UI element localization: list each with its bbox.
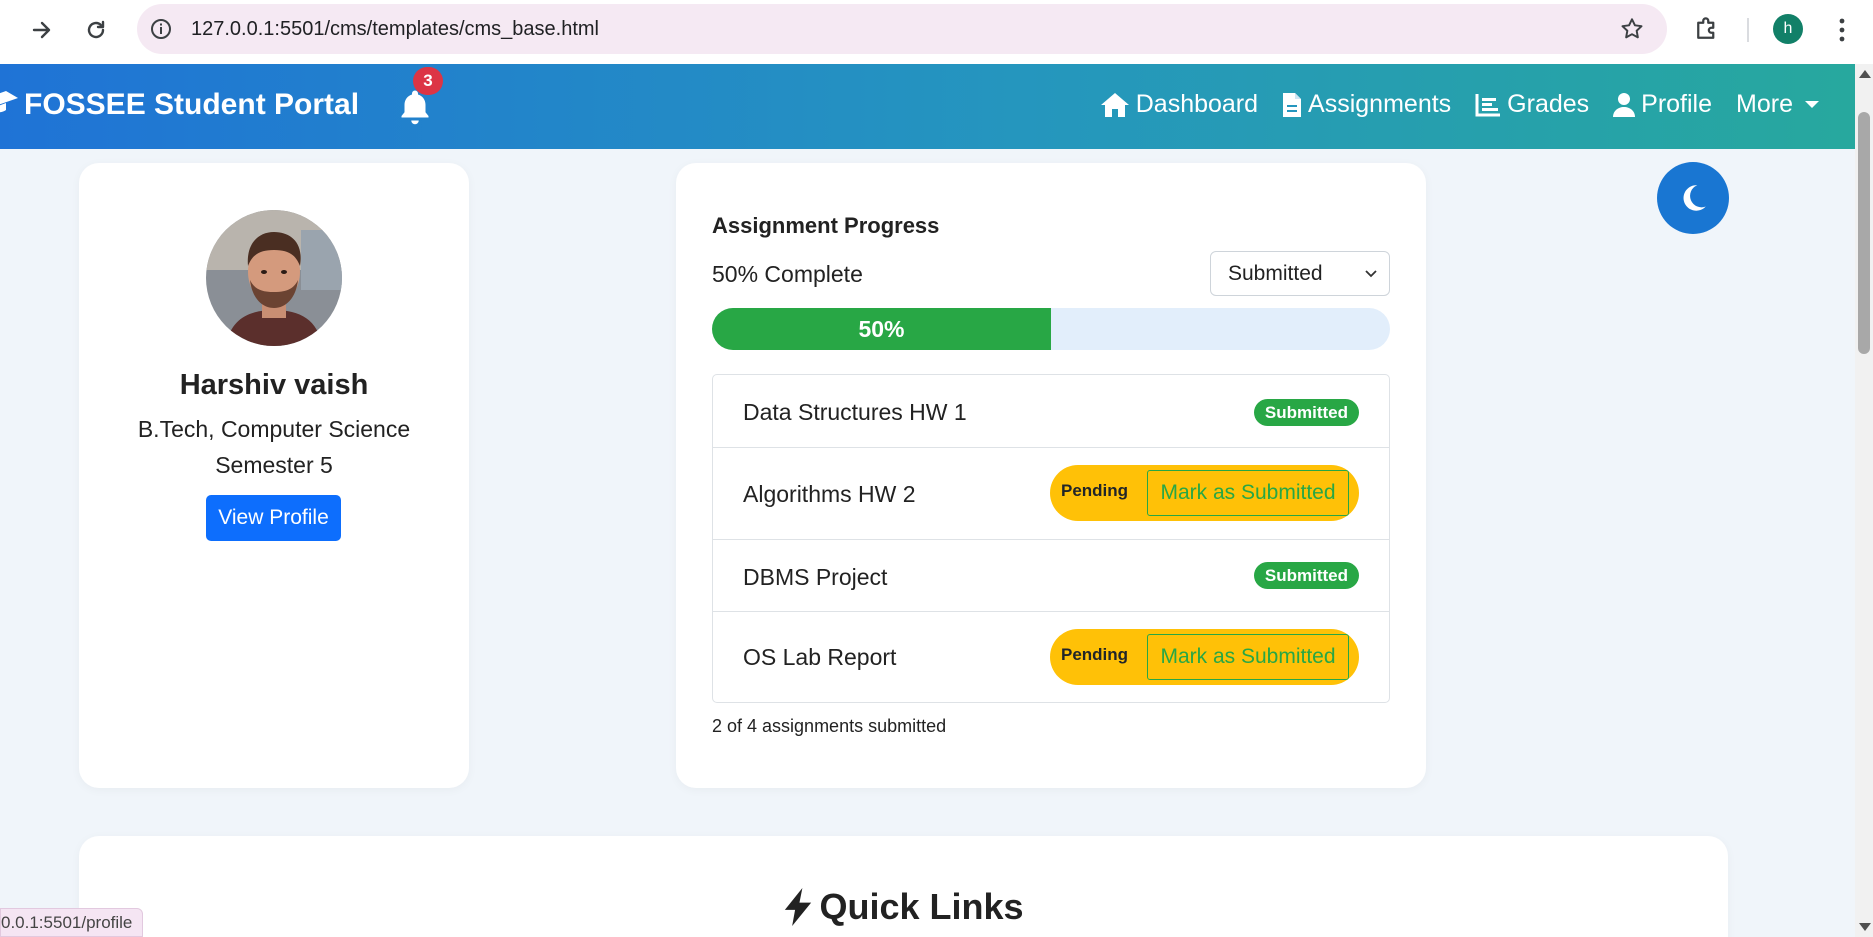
assignment-name: Data Structures HW 1 [743,399,967,425]
theme-toggle-button[interactable] [1657,162,1729,234]
nav-assignments[interactable]: Assignments [1282,90,1451,119]
moon-icon [1683,185,1706,211]
status-badge-label: Pending [1061,481,1129,500]
scroll-up-icon[interactable] [1859,70,1871,78]
nav-more-dropdown[interactable]: More [1736,90,1819,119]
assignment-name: OS Lab Report [743,644,897,670]
status-badge-label: Pending [1061,645,1129,664]
nav-assignments-label: Assignments [1308,90,1452,118]
bolt-icon [785,888,812,926]
file-icon [1283,92,1302,117]
status-badge: Pending Mark as Submitted [1050,465,1359,521]
user-icon [1613,92,1636,117]
scroll-thumb[interactable] [1858,112,1870,354]
progress-title: Assignment Progress [712,213,940,238]
nav-grades[interactable]: Grades [1475,90,1589,119]
status-badge: Submitted [1253,399,1359,426]
status-badge: Pending Mark as Submitted [1050,629,1359,685]
profile-card: Harshiv vaish B.Tech, Computer Science S… [79,163,469,788]
site-info-icon[interactable] [149,17,173,41]
forward-icon[interactable] [24,12,60,48]
chart-icon [1475,93,1501,116]
quick-links-heading: Quick Links [79,886,1728,928]
browser-menu-icon[interactable] [1830,14,1854,46]
nav-more-label: More [1736,90,1793,118]
list-item: Algorithms HW 2 Pending Mark as Submitte… [713,447,1389,539]
profile-semester: Semester 5 [215,452,333,478]
list-item: DBMS Project Submitted [713,539,1389,611]
status-badge: Submitted [1253,562,1359,589]
status-filter-select[interactable]: Submitted [1210,251,1390,296]
address-bar[interactable]: 127.0.0.1:5501/cms/templates/cms_base.ht… [137,4,1667,54]
caret-down-icon [1805,101,1819,108]
nav-links: Dashboard Assignments Grades Profile Mor… [1100,90,1819,119]
avatar [206,210,342,346]
list-item: OS Lab Report Pending Mark as Submitted [713,611,1389,702]
scroll-down-icon[interactable] [1859,923,1871,931]
nav-profile[interactable]: Profile [1613,90,1712,119]
notification-badge: 3 [413,67,443,95]
nav-grades-label: Grades [1507,90,1590,118]
toolbar-divider [1747,18,1749,42]
mark-as-submitted-button[interactable]: Mark as Submitted [1147,470,1349,516]
quick-links-title: Quick Links [819,886,1024,927]
progress-complete-text: 50% Complete [712,261,863,287]
profile-name: Harshiv vaish [179,369,369,401]
mark-as-submitted-button[interactable]: Mark as Submitted [1147,634,1349,680]
browser-profile-avatar[interactable]: h [1773,14,1803,44]
nav-dashboard[interactable]: Dashboard [1100,90,1258,119]
nav-profile-label: Profile [1641,90,1713,118]
graduation-cap-icon [0,91,18,113]
brand-title: FOSSEE Student Portal [24,88,360,121]
extensions-icon[interactable] [1692,14,1722,44]
list-item: Data Structures HW 1 Submitted [713,375,1389,447]
progress-bar-fill: 50% [712,308,1051,350]
brand[interactable]: FOSSEE Student Portal [0,88,359,122]
app-navbar: FOSSEE Student Portal 3 Dashboard Assign… [0,64,1855,149]
status-filter-value: Submitted [1228,261,1323,285]
profile-degree: B.Tech, Computer Science [137,416,411,442]
home-icon [1100,92,1129,117]
assignment-list: Data Structures HW 1 Submitted Algorithm… [712,374,1390,703]
bookmark-star-icon[interactable] [1619,16,1645,42]
browser-status-url: 0.0.1:5501/profile [0,908,144,937]
reload-icon[interactable] [78,12,114,48]
assignment-progress-card: Assignment Progress 50% Complete Submitt… [676,163,1426,788]
progress-bar: 50% [712,308,1390,350]
quick-links-card: Quick Links [79,836,1728,937]
page-scrollbar[interactable] [1855,64,1873,937]
url-text[interactable]: 127.0.0.1:5501/cms/templates/cms_base.ht… [191,18,599,41]
submission-summary: 2 of 4 assignments submitted [712,716,947,736]
assignment-name: Algorithms HW 2 [743,481,916,507]
browser-toolbar: 127.0.0.1:5501/cms/templates/cms_base.ht… [0,0,1873,64]
assignment-name: DBMS Project [743,564,888,590]
view-profile-button[interactable]: View Profile [206,495,341,541]
chevron-down-icon [1365,270,1377,278]
nav-dashboard-label: Dashboard [1135,90,1259,118]
